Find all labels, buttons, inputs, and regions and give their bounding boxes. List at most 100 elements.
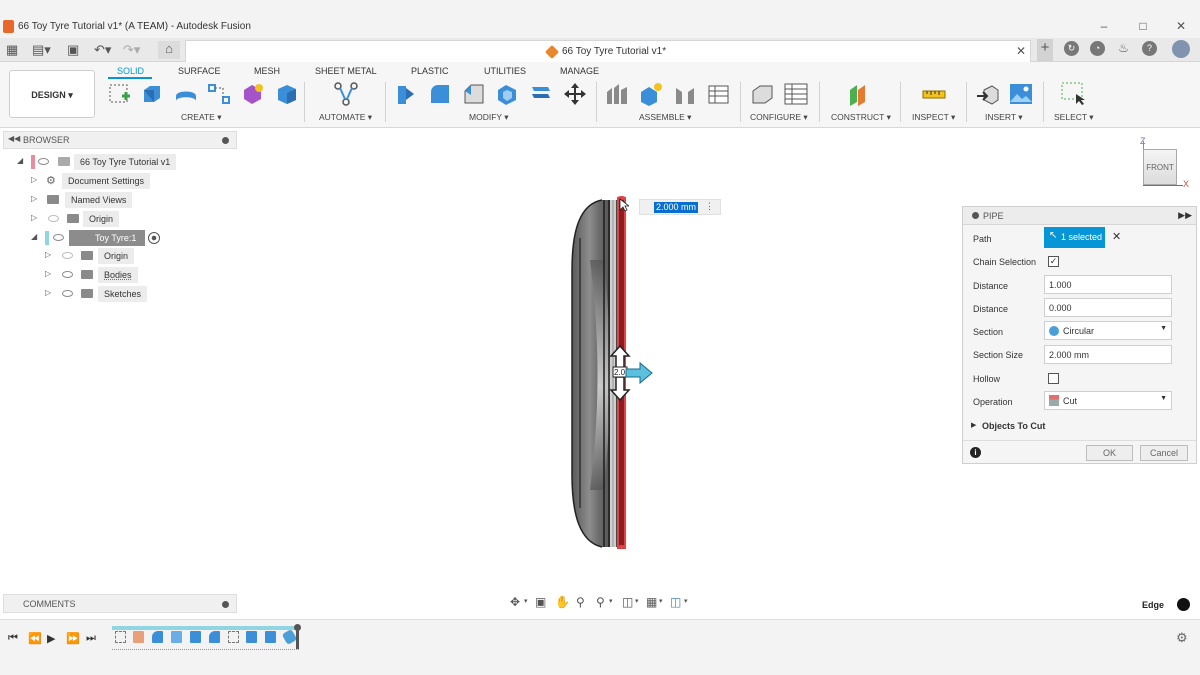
pipe-dialog-header[interactable]: PIPE ▶▶: [963, 207, 1196, 225]
user-avatar[interactable]: [1172, 40, 1190, 58]
tab-solid[interactable]: SOLID: [117, 66, 144, 76]
comments-add-icon[interactable]: [222, 601, 229, 608]
go-to-end-icon[interactable]: ⏭: [86, 632, 96, 645]
timeline-extrude-icon[interactable]: [246, 631, 257, 643]
assemble-group-label[interactable]: ASSEMBLE ▾: [639, 112, 691, 123]
configuration-table-icon[interactable]: [784, 82, 808, 106]
chevron-down-icon[interactable]: ▾: [659, 597, 663, 605]
tree-item-component[interactable]: ◢ Toy Tyre:1: [31, 230, 231, 246]
redo-icon[interactable]: ↷▾: [123, 42, 140, 58]
timeline-extrude-icon[interactable]: [190, 631, 201, 643]
sweep-icon[interactable]: [207, 82, 231, 106]
chevron-down-icon[interactable]: ▾: [684, 597, 688, 605]
pan-icon[interactable]: ✋: [555, 595, 570, 609]
insert-canvas-icon[interactable]: [1009, 82, 1033, 106]
fillet-icon[interactable]: [428, 82, 452, 106]
timeline-marker-knob[interactable]: [294, 624, 301, 631]
chamfer-icon[interactable]: [462, 82, 486, 106]
automate-group-label[interactable]: AUTOMATE ▾: [319, 112, 372, 123]
bill-of-materials-icon[interactable]: [706, 82, 730, 106]
modify-group-label[interactable]: MODIFY ▾: [469, 112, 509, 123]
expand-icon[interactable]: ▷: [45, 288, 51, 297]
tab-utilities[interactable]: UTILITIES: [484, 66, 526, 76]
tree-item-document-settings[interactable]: ▷ ⚙ Document Settings: [31, 173, 231, 189]
offset-plane-icon[interactable]: [847, 82, 871, 106]
tab-mesh[interactable]: MESH: [254, 66, 280, 76]
timeline-revolve-icon[interactable]: [152, 631, 163, 643]
expand-icon[interactable]: ▷: [31, 213, 37, 222]
fit-zoom-icon[interactable]: ⚲: [596, 595, 605, 609]
home-icon[interactable]: ⌂: [158, 41, 180, 59]
panel-pin-icon[interactable]: [222, 137, 229, 144]
form-icon[interactable]: [241, 82, 265, 106]
look-at-icon[interactable]: ▣: [535, 595, 546, 609]
undo-icon[interactable]: ↶▾: [94, 42, 111, 58]
extensions-icon[interactable]: ↻: [1064, 41, 1079, 56]
cancel-button[interactable]: Cancel: [1140, 445, 1188, 461]
job-status-icon[interactable]: ◔: [1090, 41, 1105, 56]
timeline-fillet-icon[interactable]: [209, 631, 220, 643]
timeline-feature-icon[interactable]: [133, 631, 144, 643]
select-group-label[interactable]: SELECT ▾: [1054, 112, 1094, 123]
maximize-icon[interactable]: □: [1135, 19, 1151, 33]
distance-one-input[interactable]: 1.000: [1044, 275, 1172, 294]
expand-icon[interactable]: ▷: [45, 250, 51, 259]
combine-icon[interactable]: [529, 82, 553, 106]
visibility-eye-icon[interactable]: [53, 234, 64, 241]
tree-item-sketches[interactable]: ▷ Sketches: [45, 286, 245, 302]
create-sketch-icon[interactable]: [108, 82, 132, 106]
info-icon[interactable]: i: [970, 447, 981, 458]
visibility-eye-icon[interactable]: [62, 271, 73, 278]
comments-panel-header[interactable]: COMMENTS: [3, 594, 237, 613]
automate-icon[interactable]: [334, 82, 358, 106]
dimension-input-value[interactable]: 2.000 mm: [654, 202, 699, 213]
hidden-eye-icon[interactable]: [48, 215, 59, 222]
dimension-input-box[interactable]: 2.000 mm ⋮: [639, 199, 721, 215]
performance-icon[interactable]: [1177, 598, 1190, 611]
select-icon[interactable]: [1061, 82, 1085, 106]
step-forward-icon[interactable]: ⏩: [66, 632, 80, 645]
press-pull-icon[interactable]: [394, 82, 418, 106]
timeline-sketch-icon[interactable]: [115, 631, 126, 643]
joint-icon[interactable]: [639, 82, 663, 106]
workspace-switcher-button[interactable]: DESIGN ▾: [9, 70, 95, 118]
insert-group-label[interactable]: INSERT ▾: [985, 112, 1023, 123]
visibility-eye-icon[interactable]: [38, 158, 49, 165]
timeline-feature-icon[interactable]: [171, 631, 182, 643]
display-settings-icon[interactable]: ◫: [622, 595, 633, 609]
expand-icon[interactable]: ▷: [31, 175, 37, 184]
more-options-icon[interactable]: ⋮: [705, 201, 714, 212]
as-built-joint-icon[interactable]: [673, 82, 697, 106]
move-icon[interactable]: [563, 82, 587, 106]
close-tab-icon[interactable]: ✕: [1016, 44, 1026, 58]
chevron-down-icon[interactable]: ▾: [635, 597, 639, 605]
timeline-sketch-icon[interactable]: [228, 631, 239, 643]
document-tab[interactable]: 66 Toy Tyre Tutorial v1* ✕: [185, 40, 1031, 62]
zoom-icon[interactable]: ⚲: [576, 595, 585, 609]
chain-selection-checkbox[interactable]: ✓: [1048, 256, 1059, 267]
expand-icon[interactable]: ▷: [31, 194, 37, 203]
clear-selection-icon[interactable]: ✕: [1112, 230, 1121, 243]
path-selection-button[interactable]: ↖ 1 selected: [1044, 227, 1105, 248]
insert-derive-icon[interactable]: [976, 82, 1000, 106]
chevron-down-icon[interactable]: ▾: [609, 597, 613, 605]
save-icon[interactable]: ▣: [67, 42, 79, 58]
configure-group-label[interactable]: CONFIGURE ▾: [750, 112, 808, 123]
section-dropdown[interactable]: Circular ▼: [1044, 321, 1172, 340]
expand-icon[interactable]: ◢: [31, 232, 37, 241]
section-size-input[interactable]: 2.000 mm: [1044, 345, 1172, 364]
browser-panel-header[interactable]: ◀◀ BROWSER: [3, 131, 237, 149]
tree-item-origin[interactable]: ▷ Origin: [45, 248, 245, 264]
visibility-eye-icon[interactable]: [62, 290, 73, 297]
notifications-icon[interactable]: ♨: [1116, 41, 1131, 56]
expand-icon[interactable]: ▷: [45, 269, 51, 278]
expand-dialog-icon[interactable]: ▶▶: [1178, 210, 1192, 221]
new-tab-icon[interactable]: +: [1037, 39, 1053, 61]
timeline-feature-icon[interactable]: [265, 631, 276, 643]
viewports-icon[interactable]: ◫: [670, 595, 681, 609]
operation-dropdown[interactable]: Cut ▼: [1044, 391, 1172, 410]
hollow-checkbox[interactable]: [1048, 373, 1059, 384]
shell-icon[interactable]: [495, 82, 519, 106]
revolve-icon[interactable]: [174, 82, 198, 106]
file-menu-icon[interactable]: ▤▾: [32, 42, 51, 58]
